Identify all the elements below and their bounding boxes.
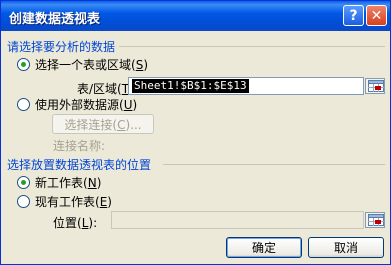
range-select-icon <box>368 80 384 92</box>
section-analyze-data-title: 请选择要分析的数据 <box>7 40 116 54</box>
close-button[interactable]: ✕ <box>366 5 387 26</box>
section-divider <box>119 46 385 47</box>
close-icon: ✕ <box>370 7 383 24</box>
create-pivot-table-dialog: 创建数据透视表 ? ✕ 请选择要分析的数据 选择一个表或区域(S) 表/区域(T… <box>0 0 391 265</box>
radio-external-data-source-label[interactable]: 使用外部数据源(U) <box>35 96 137 113</box>
range-collapse-button[interactable] <box>365 78 385 94</box>
section-divider <box>163 164 385 165</box>
location-input[interactable] <box>111 211 364 229</box>
cancel-button[interactable]: 取消 <box>308 237 384 258</box>
section-location-title: 选择放置数据透视表的位置 <box>7 158 152 172</box>
help-icon: ? <box>349 7 358 24</box>
radio-existing-worksheet-label[interactable]: 现有工作表(E) <box>35 193 112 210</box>
radio-select-table-range-label[interactable]: 选择一个表或区域(S) <box>35 56 148 73</box>
title-bar[interactable]: 创建数据透视表 ? ✕ <box>1 1 390 31</box>
radio-new-worksheet-label[interactable]: 新工作表(N) <box>35 174 101 191</box>
location-collapse-button[interactable] <box>365 212 385 228</box>
choose-connection-label: 选择连接(C)... <box>64 117 142 132</box>
range-input-value: Sheet1!$B$1:$E$13 <box>132 79 249 93</box>
ok-button-label: 确定 <box>251 241 276 255</box>
location-label: 位置(L): <box>53 216 98 230</box>
radio-existing-worksheet[interactable] <box>17 195 30 208</box>
dialog-title: 创建数据透视表 <box>9 12 101 27</box>
radio-select-table-range[interactable] <box>17 58 30 71</box>
cancel-button-label: 取消 <box>333 241 358 255</box>
help-button[interactable]: ? <box>343 5 364 26</box>
radio-external-data-source[interactable] <box>17 98 30 111</box>
range-select-icon <box>368 214 384 226</box>
ok-button[interactable]: 确定 <box>226 237 302 258</box>
choose-connection-button[interactable]: 选择连接(C)... <box>52 114 154 134</box>
range-input[interactable]: Sheet1!$B$1:$E$13 <box>128 77 364 95</box>
radio-new-worksheet[interactable] <box>17 176 30 189</box>
connection-name-label: 连接名称: <box>53 139 106 153</box>
